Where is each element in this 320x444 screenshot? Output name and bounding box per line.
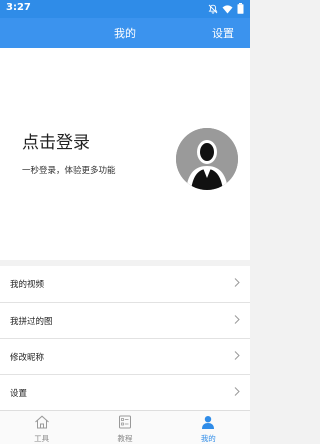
tab-tools[interactable]: 工具 (0, 411, 83, 444)
default-avatar-icon[interactable] (176, 128, 238, 190)
tab-tutorial[interactable]: 教程 (83, 411, 166, 444)
battery-icon (237, 3, 244, 14)
chevron-right-icon (234, 278, 240, 291)
tutorial-icon (118, 415, 132, 431)
bottom-tab-bar: 工具 教程 我的 (0, 410, 250, 444)
tab-mine[interactable]: 我的 (167, 411, 250, 444)
menu-list: 我的视频 我拼过的图 修改昵称 设置 (0, 266, 250, 410)
status-bar: 3:27 (0, 0, 250, 18)
user-icon (201, 415, 215, 431)
menu-item-label: 设置 (10, 388, 28, 399)
chevron-right-icon (234, 350, 240, 363)
home-icon (34, 415, 50, 431)
chevron-right-icon (234, 314, 240, 327)
menu-item-label: 我拼过的图 (10, 316, 53, 327)
chevron-right-icon (234, 386, 240, 399)
status-time: 3:27 (6, 2, 31, 13)
menu-item-label: 修改昵称 (10, 352, 45, 363)
tab-label: 我的 (200, 434, 216, 443)
menu-item-my-videos[interactable]: 我的视频 (0, 266, 250, 302)
menu-item-label: 我的视频 (10, 280, 45, 290)
tab-label: 工具 (34, 434, 50, 443)
wifi-icon (222, 4, 233, 14)
menu-item-my-puzzles[interactable]: 我拼过的图 (0, 302, 250, 338)
status-icons (208, 3, 244, 14)
login-subtitle: 一秒登录，体验更多功能 (22, 166, 116, 176)
tab-label: 教程 (117, 434, 133, 443)
login-card[interactable]: 点击登录 一秒登录，体验更多功能 (0, 48, 250, 260)
menu-item-settings[interactable]: 设置 (0, 374, 250, 410)
app-header: 我的 设置 (0, 18, 250, 48)
settings-button[interactable]: 设置 (212, 25, 234, 41)
login-title[interactable]: 点击登录 (22, 128, 90, 153)
menu-item-edit-nickname[interactable]: 修改昵称 (0, 338, 250, 374)
notifications-off-icon (208, 4, 218, 14)
